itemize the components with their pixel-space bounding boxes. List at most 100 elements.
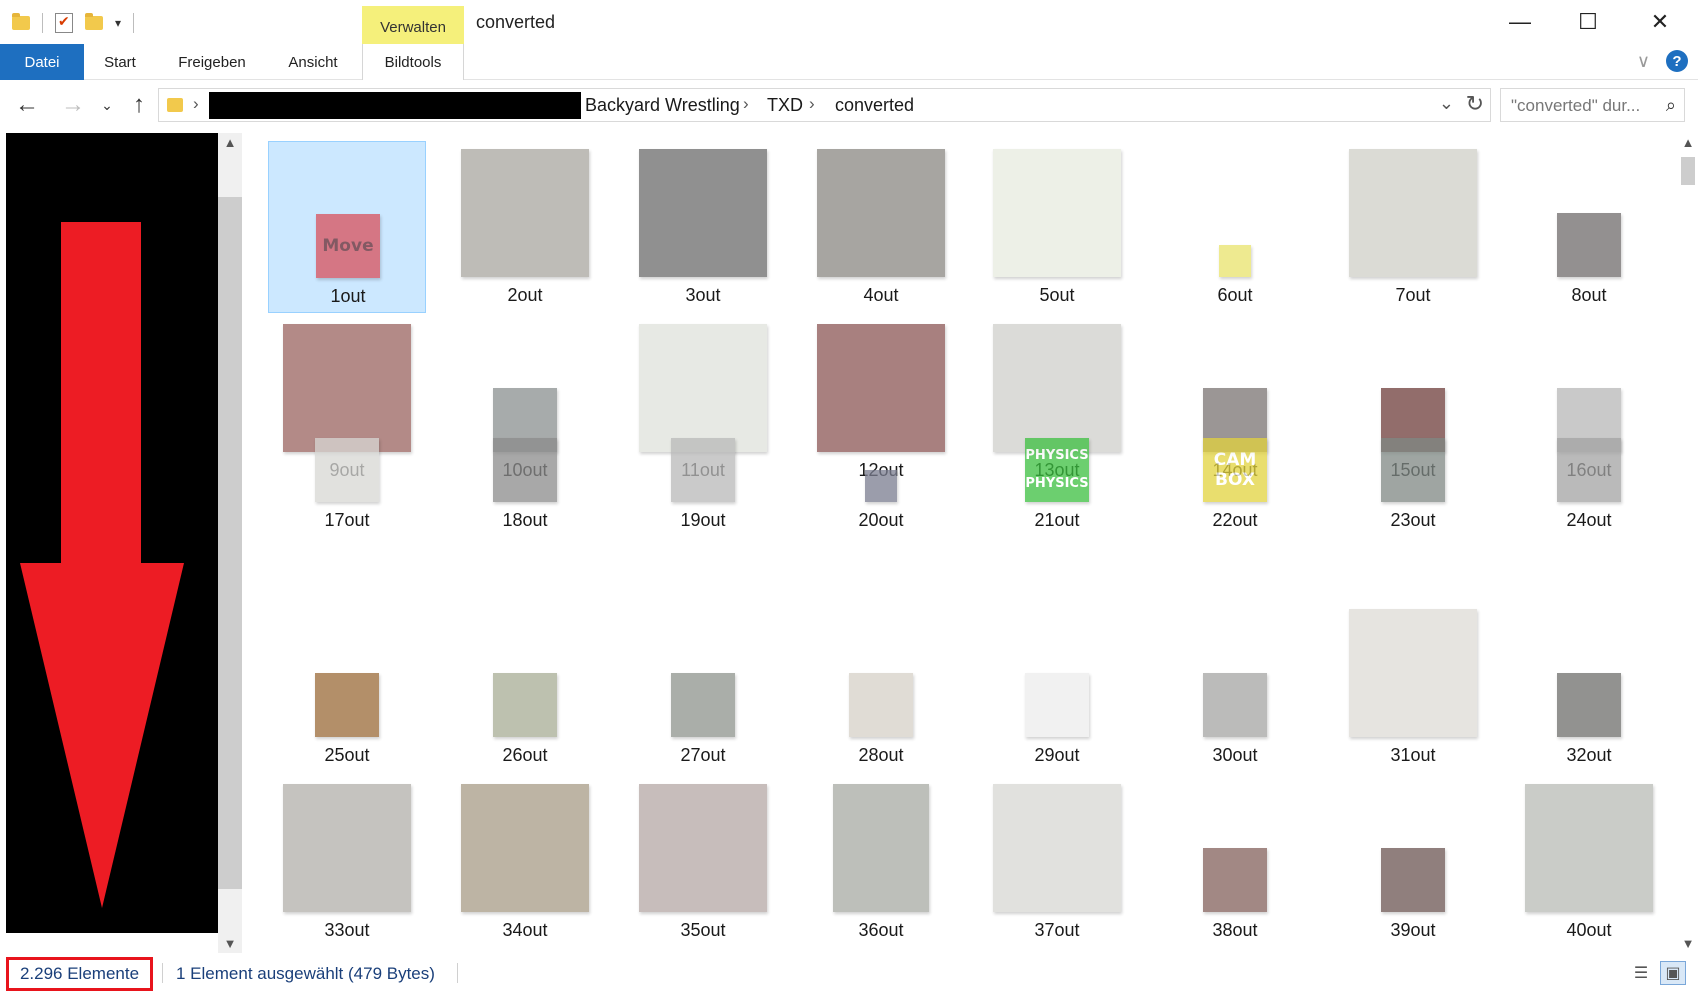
file-item[interactable]: 36out — [802, 776, 960, 948]
thumbnail-frame: CAM BOX — [1156, 426, 1314, 502]
search-box[interactable]: "converted" dur... ⌕ — [1500, 88, 1685, 122]
chevron-right-icon[interactable]: › — [193, 94, 199, 114]
file-item[interactable]: 23out — [1334, 426, 1492, 538]
file-item[interactable]: 27out — [624, 601, 782, 773]
file-item[interactable]: 5out — [978, 141, 1136, 313]
tab-start[interactable]: Start — [92, 44, 148, 80]
thumbnail-frame — [1156, 776, 1314, 912]
search-icon[interactable]: ⌕ — [1666, 95, 1676, 116]
file-item[interactable]: 6out — [1156, 141, 1314, 313]
file-item[interactable]: 37out — [978, 776, 1136, 948]
red-arrow-head-annotation — [20, 563, 184, 908]
scroll-up-icon[interactable]: ▲ — [1678, 135, 1698, 150]
file-item[interactable]: 30out — [1156, 601, 1314, 773]
file-item[interactable]: 4out — [802, 141, 960, 313]
red-arrow-annotation — [61, 222, 141, 582]
expand-ribbon-icon[interactable]: ∨ — [1637, 51, 1650, 72]
file-name: 39out — [1390, 920, 1436, 940]
image-thumbnail — [639, 149, 767, 277]
chevron-right-icon[interactable]: › — [743, 94, 749, 114]
file-name: 2out — [507, 285, 543, 305]
file-item[interactable]: 3out — [624, 141, 782, 313]
breadcrumb-converted[interactable]: converted — [835, 95, 914, 116]
scroll-down-icon[interactable]: ▼ — [1678, 936, 1698, 951]
image-thumbnail — [1203, 673, 1267, 737]
tab-view[interactable]: Ansicht — [276, 44, 350, 80]
scroll-down-icon[interactable]: ▼ — [218, 936, 242, 951]
back-arrow-icon[interactable]: ← — [12, 90, 42, 120]
file-name: 17out — [324, 510, 370, 530]
manage-context-tab[interactable]: Verwalten — [362, 6, 464, 44]
thumbnail-frame — [268, 426, 426, 502]
file-name: 20out — [858, 510, 904, 530]
scrollbar-thumb[interactable] — [218, 197, 242, 889]
file-item[interactable]: 35out — [624, 776, 782, 948]
file-item[interactable]: CAM BOX 22out — [1156, 426, 1314, 538]
close-button[interactable]: ✕ — [1626, 0, 1694, 44]
file-item[interactable]: 31out — [1334, 601, 1492, 773]
breadcrumb-backyard-wrestling[interactable]: Backyard Wrestling — [585, 95, 740, 116]
minimize-icon: — — [1509, 9, 1531, 34]
file-grid: Move1out2out3out4out5out6out7out8out9out… — [262, 133, 1672, 948]
file-item[interactable]: 17out — [268, 426, 426, 538]
image-thumbnail — [833, 784, 929, 912]
address-dropdown-icon[interactable]: ⌄ — [1439, 93, 1454, 114]
chevron-right-icon[interactable]: › — [809, 94, 815, 114]
new-folder-icon[interactable] — [85, 13, 103, 30]
file-item[interactable]: 33out — [268, 776, 426, 948]
customize-toolbar-dropdown-icon[interactable]: ▾ — [115, 16, 121, 30]
thumbnail-frame — [1334, 141, 1492, 277]
thumbnail-frame — [268, 601, 426, 737]
tab-file[interactable]: Datei — [0, 44, 84, 80]
redacted-path — [209, 92, 581, 119]
file-item[interactable]: 18out — [446, 426, 604, 538]
refresh-icon[interactable]: ↻ — [1466, 91, 1484, 117]
scrollbar-thumb[interactable] — [1681, 157, 1695, 185]
image-thumbnail: CAM BOX — [1203, 438, 1267, 502]
tab-picture-tools[interactable]: Bildtools — [362, 44, 464, 80]
breadcrumb-txd[interactable]: TXD — [767, 95, 803, 116]
minimize-button[interactable]: — — [1486, 0, 1554, 44]
scroll-up-icon[interactable]: ▲ — [218, 135, 242, 150]
file-item[interactable]: 39out — [1334, 776, 1492, 948]
file-item[interactable]: 29out — [978, 601, 1136, 773]
file-item[interactable]: 32out — [1510, 601, 1668, 773]
file-item[interactable]: PHYSICS PHYSICS 21out — [978, 426, 1136, 538]
file-name: 22out — [1212, 510, 1258, 530]
file-name: 1out — [330, 286, 366, 306]
folder-icon[interactable] — [12, 13, 30, 30]
thumbnail-text: Move — [322, 236, 374, 256]
file-item[interactable]: 20out — [802, 426, 960, 538]
image-thumbnail — [817, 149, 945, 277]
forward-arrow-icon[interactable]: → — [58, 90, 88, 120]
file-item[interactable]: 26out — [446, 601, 604, 773]
file-item[interactable]: 8out — [1510, 141, 1668, 313]
file-item[interactable]: 28out — [802, 601, 960, 773]
properties-icon[interactable] — [55, 13, 73, 33]
file-item[interactable]: 40out — [1510, 776, 1668, 948]
file-item[interactable]: 7out — [1334, 141, 1492, 313]
large-icons-view-icon[interactable]: ▣ — [1660, 961, 1686, 985]
up-arrow-icon[interactable]: ↑ — [124, 90, 154, 120]
file-item[interactable]: 38out — [1156, 776, 1314, 948]
address-bar[interactable]: › Backyard Wrestling › TXD › converted ⌄… — [158, 88, 1491, 122]
thumbnail-frame — [1334, 601, 1492, 737]
thumbnail-text: CAM BOX — [1213, 450, 1257, 490]
file-item[interactable]: Move 1out — [268, 141, 426, 313]
thumbnail-frame — [624, 141, 782, 277]
file-item[interactable]: 24out — [1510, 426, 1668, 538]
file-item[interactable]: 25out — [268, 601, 426, 773]
tab-share[interactable]: Freigeben — [166, 44, 258, 80]
thumbnail-frame — [446, 601, 604, 737]
details-view-icon[interactable]: ☰ — [1628, 961, 1654, 985]
help-icon[interactable]: ? — [1666, 50, 1688, 72]
file-name: 28out — [858, 745, 904, 765]
recent-locations-chevron-icon[interactable]: ⌄ — [92, 90, 122, 120]
navigation-pane-scrollbar[interactable]: ▲ ▼ — [218, 133, 242, 953]
file-item[interactable]: 19out — [624, 426, 782, 538]
maximize-button[interactable]: ☐ — [1554, 0, 1622, 44]
content-scrollbar[interactable]: ▲ ▼ — [1678, 133, 1698, 953]
file-item[interactable]: 34out — [446, 776, 604, 948]
file-item[interactable]: 2out — [446, 141, 604, 313]
search-input[interactable]: "converted" dur... — [1511, 96, 1640, 116]
